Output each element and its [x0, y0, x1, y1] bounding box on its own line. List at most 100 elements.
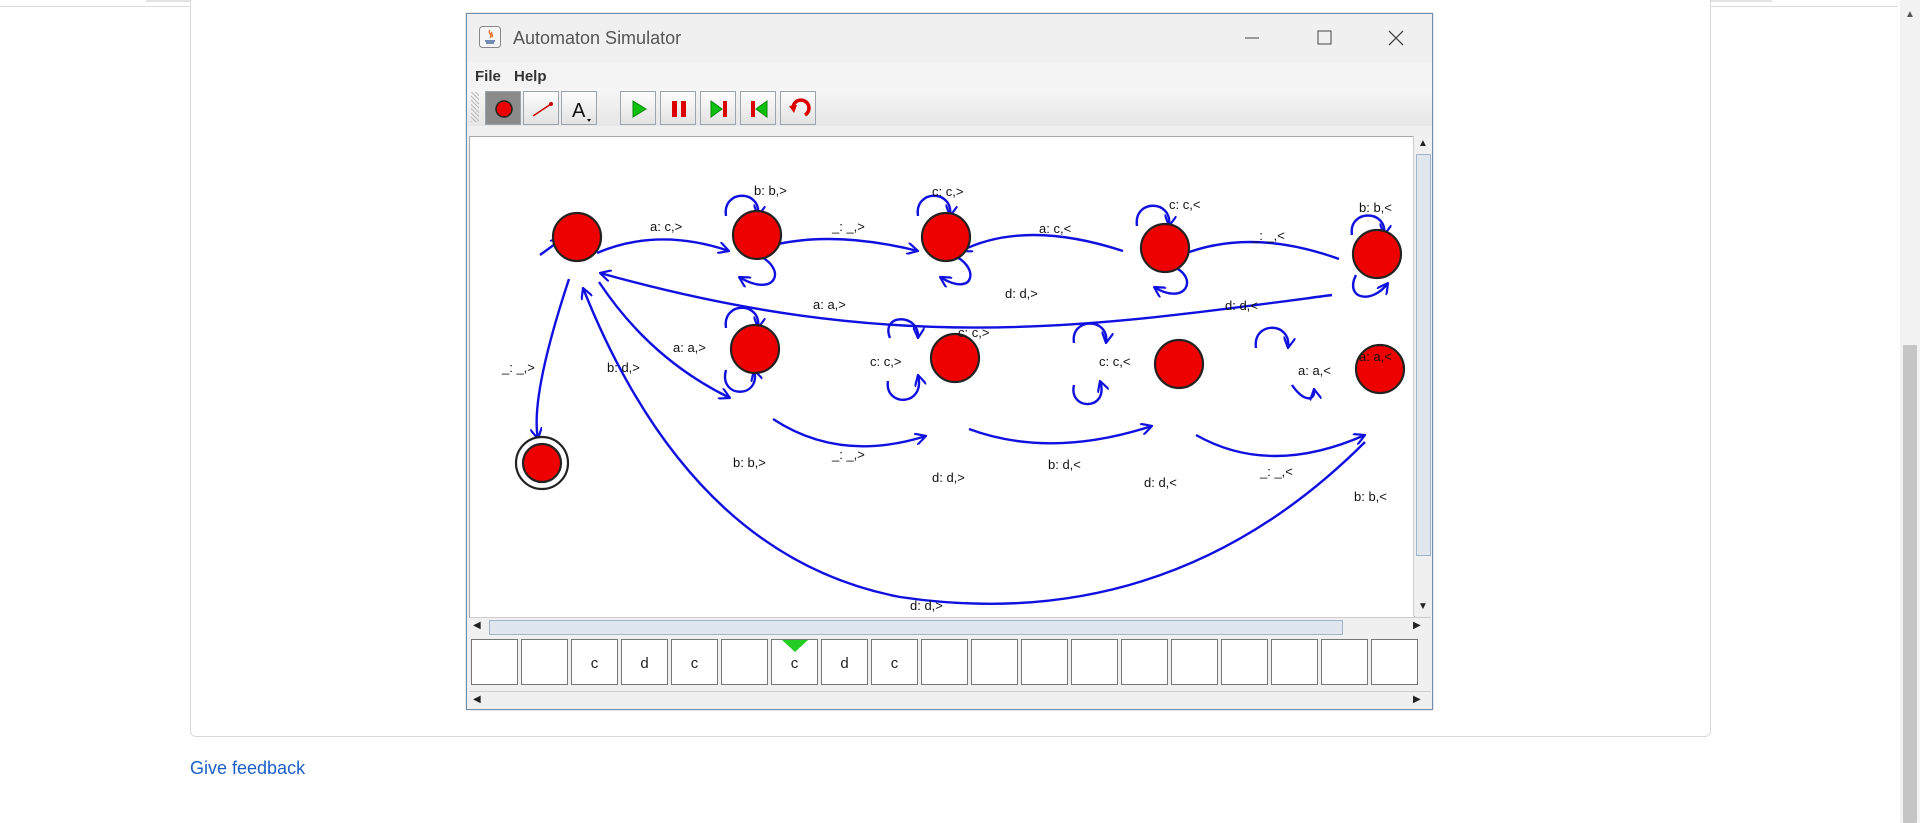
state-q2[interactable] [920, 211, 972, 263]
states [514, 209, 1406, 491]
edge-q6-q7[interactable] [968, 426, 1152, 445]
state-q6[interactable] [929, 332, 981, 384]
tape-cell[interactable] [1321, 639, 1368, 685]
toolbar: A [467, 88, 1432, 126]
step-button[interactable] [700, 91, 736, 125]
text-icon: A [572, 100, 591, 122]
tape-cell[interactable] [721, 639, 768, 685]
step-icon [710, 100, 727, 118]
edge-q5-q6[interactable] [772, 417, 926, 448]
tape-cell[interactable] [1171, 639, 1218, 685]
page-scroll-thumb[interactable] [1903, 345, 1917, 823]
transition-icon [532, 102, 553, 117]
state-q7[interactable] [1153, 338, 1205, 390]
label-q4-q0: c: c,> [958, 325, 989, 340]
tape-cell[interactable]: d [621, 639, 668, 685]
vertical-scroll-thumb[interactable] [1416, 154, 1431, 556]
edge-q0-q1[interactable] [596, 238, 729, 253]
tape-cell[interactable] [1071, 639, 1118, 685]
loop-q6-top[interactable] [887, 318, 918, 338]
label-q3-q4: _: _,< [1251, 228, 1285, 243]
menu-file[interactable]: File [475, 68, 501, 85]
tape-scroll-right-icon[interactable]: ▶ [1413, 694, 1421, 705]
edge-q7-q8[interactable] [1195, 435, 1365, 458]
label-q8-loop-a: a: a,< [1298, 363, 1331, 378]
label-q4-loop: b: b,< [1359, 200, 1392, 215]
label-q0-q5: b: d,> [607, 360, 640, 375]
reset-button[interactable] [740, 91, 776, 125]
tape-cell[interactable] [971, 639, 1018, 685]
tape-cell[interactable] [921, 639, 968, 685]
automaton-canvas[interactable]: a: c,> b: b,> _: _,> a: a,> c: c,> d: d,… [469, 136, 1415, 618]
state-q1[interactable] [731, 209, 783, 261]
minimize-icon[interactable] [1231, 22, 1271, 54]
tape-cell[interactable]: d [821, 639, 868, 685]
state-q5[interactable] [729, 323, 781, 375]
edge-q4-q0[interactable] [600, 273, 1333, 329]
text-tool-button[interactable]: A [561, 91, 597, 125]
label-q1-q0: a: a,> [813, 297, 846, 312]
label-q6-q7: b: d,< [1048, 457, 1081, 472]
label-q1-q2: _: _,> [831, 219, 865, 234]
tape-scrollbar[interactable]: ◀ ▶ [469, 691, 1431, 709]
svg-text:A: A [572, 100, 586, 122]
tape-scroll-left-icon[interactable]: ◀ [473, 694, 481, 705]
title-bar: Automaton Simulator [467, 14, 1432, 62]
tape-cell[interactable]: c [671, 639, 718, 685]
label-q5-loop-b: b: b,> [733, 455, 766, 470]
edge-q3-q2[interactable] [961, 233, 1124, 251]
tape-cell[interactable] [521, 639, 568, 685]
state-tool-button[interactable] [485, 91, 521, 125]
label-q5-loop-a: a: a,> [673, 340, 706, 355]
transition-tool-button[interactable] [523, 91, 559, 125]
state-q3[interactable] [1139, 222, 1191, 274]
state-diagram[interactable]: a: c,> b: b,> _: _,> a: a,> c: c,> d: d,… [470, 137, 1414, 617]
tape-cell[interactable]: c [571, 639, 618, 685]
canvas-vertical-scrollbar[interactable]: ▲ ▼ [1413, 136, 1432, 616]
loop-q8-bottom[interactable] [1291, 384, 1314, 398]
tape-cell[interactable] [1371, 639, 1418, 685]
rewind-icon [751, 100, 768, 118]
state-icon [495, 100, 513, 118]
tape-cell[interactable] [1271, 639, 1318, 685]
horizontal-scroll-thumb[interactable] [489, 620, 1343, 635]
tape-cell[interactable]: c [871, 639, 918, 685]
page-scrollbar[interactable]: ▲ [1900, 0, 1920, 823]
tape-cell[interactable] [1121, 639, 1168, 685]
state-q4[interactable] [1351, 228, 1403, 280]
label-q6-loop-d: d: d,> [932, 470, 965, 485]
loop-q8-top[interactable] [1254, 326, 1289, 348]
state-q0[interactable] [551, 211, 603, 263]
close-icon[interactable] [1376, 22, 1416, 54]
loop-q7-bottom[interactable] [1072, 381, 1101, 406]
label-q7-loop-c: c: c,< [1099, 354, 1130, 369]
edge-q0-accept[interactable] [537, 278, 571, 439]
page-scroll-up-icon[interactable]: ▲ [1905, 9, 1915, 20]
label-q7-loop-d: d: d,< [1144, 475, 1177, 490]
give-feedback-link[interactable]: Give feedback [190, 758, 305, 779]
scroll-up-icon[interactable]: ▲ [1418, 138, 1428, 149]
accept-state[interactable] [521, 442, 563, 484]
loop-q7-top[interactable] [1072, 322, 1107, 344]
tape-cell[interactable] [1221, 639, 1268, 685]
pause-button[interactable] [660, 91, 696, 125]
label-q6-loop-c: c: c,> [870, 354, 901, 369]
transition-edges [537, 194, 1388, 606]
pause-icon [672, 101, 686, 117]
label-q2-loop: c: c,> [932, 184, 963, 199]
menu-help[interactable]: Help [514, 68, 547, 85]
scroll-down-icon[interactable]: ▼ [1418, 601, 1428, 612]
menu-bar: File Help [467, 62, 1432, 88]
run-button[interactable] [620, 91, 656, 125]
maximize-icon[interactable] [1304, 22, 1344, 54]
loop-q6-bottom[interactable] [886, 375, 919, 401]
canvas-horizontal-scrollbar[interactable]: ◀ ▶ [469, 617, 1431, 636]
tape-cell[interactable] [1021, 639, 1068, 685]
scroll-left-icon[interactable]: ◀ [473, 620, 481, 631]
toolbar-grip[interactable] [471, 92, 479, 122]
undo-button[interactable] [780, 91, 816, 125]
tape-cell[interactable] [471, 639, 518, 685]
label-q8-loop-b: b: b,< [1354, 489, 1387, 504]
edge-q4-q3[interactable] [1172, 240, 1340, 259]
scroll-right-icon[interactable]: ▶ [1413, 620, 1421, 631]
